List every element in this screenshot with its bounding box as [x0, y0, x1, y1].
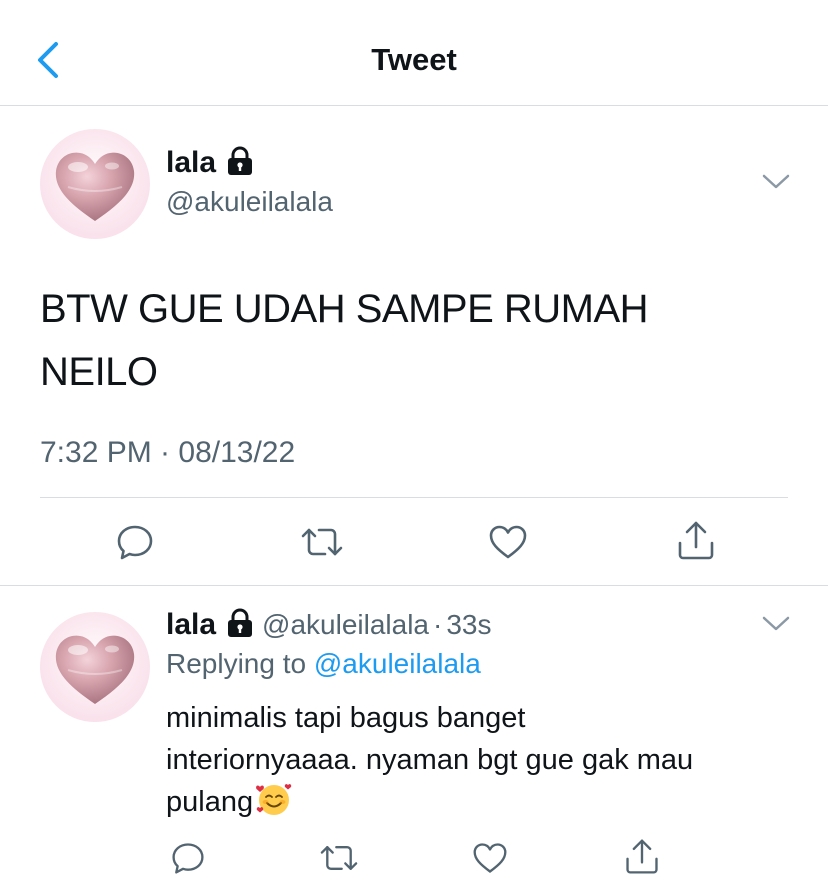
like-icon — [473, 843, 507, 873]
author-row: lala — [166, 145, 254, 181]
reply-like-button[interactable] — [470, 838, 510, 878]
avatar[interactable] — [40, 129, 150, 239]
reply-avatar[interactable] — [40, 612, 150, 722]
reply-icon — [117, 525, 153, 560]
share-icon — [626, 839, 658, 874]
reply-button[interactable] — [113, 520, 157, 564]
reply-time[interactable]: 33s — [446, 609, 491, 641]
reply-retweet-button[interactable] — [317, 838, 361, 878]
tweet-timestamp[interactable]: 7:32 PM · 08/13/22 — [40, 436, 295, 470]
heart-avatar-icon — [55, 635, 135, 704]
reply-reply-button[interactable] — [168, 838, 208, 878]
author-handle[interactable]: @akuleilalala — [166, 186, 333, 218]
reply-author-name[interactable]: lala — [166, 608, 216, 642]
reply-author-row: lala @akuleilalala · 33s — [166, 606, 492, 644]
chevron-down-icon — [762, 616, 790, 631]
reply-text-line: minimalis tapi bagus banget — [166, 702, 526, 734]
reply-share-button[interactable] — [622, 836, 662, 878]
like-button[interactable] — [486, 520, 530, 564]
retweet-icon — [301, 528, 343, 556]
reply-author-handle[interactable]: @akuleilalala — [262, 609, 429, 641]
lock-icon — [226, 146, 254, 181]
share-button[interactable] — [674, 518, 718, 564]
reply-text-line-last: pulang — [166, 781, 786, 823]
page-title: Tweet — [371, 42, 457, 77]
reply-text-line: pulang — [166, 786, 254, 818]
separator-dot: · — [433, 609, 443, 640]
reply-more-options-button[interactable] — [760, 612, 792, 636]
replying-to-handle[interactable]: @akuleilalala — [314, 648, 481, 679]
tweet-text: BTW GUE UDAH SAMPE RUMAH NEILO — [40, 278, 780, 404]
chevron-down-icon — [762, 174, 790, 189]
tweet-text-line: BTW GUE UDAH SAMPE RUMAH — [40, 287, 649, 331]
like-icon — [489, 525, 527, 559]
reply-icon — [172, 843, 204, 874]
divider — [40, 497, 788, 498]
reply-text: minimalis tapi bagus banget interiornyaa… — [166, 697, 786, 823]
replying-to: Replying to @akuleilalala — [166, 648, 481, 680]
lock-icon — [226, 608, 254, 643]
share-icon — [678, 521, 714, 560]
divider — [0, 585, 828, 586]
author-name[interactable]: lala — [166, 146, 216, 180]
tweet-text-line: NEILO — [40, 350, 158, 394]
heart-avatar-icon — [55, 152, 135, 221]
smiling-face-with-hearts-icon — [255, 781, 293, 817]
more-options-button[interactable] — [760, 170, 792, 194]
retweet-icon — [320, 846, 358, 870]
reply-text-line: interiornyaaaa. nyaman bgt gue gak mau — [166, 744, 694, 776]
replying-to-label: Replying to — [166, 648, 314, 679]
top-bar: Tweet — [0, 0, 828, 106]
retweet-button[interactable] — [298, 520, 346, 564]
